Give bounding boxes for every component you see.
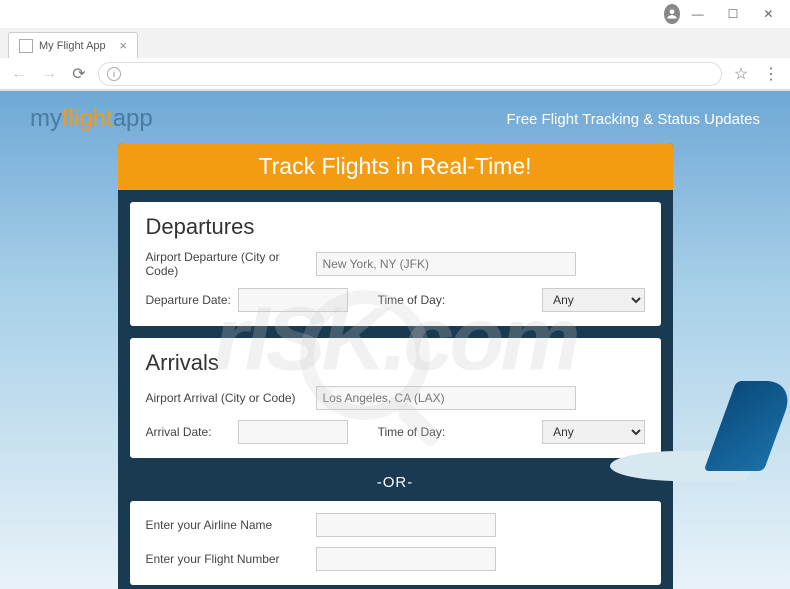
arrival-date-label: Arrival Date:: [146, 425, 238, 439]
browser-toolbar: ← → ⟳ i ☆ ⋮: [0, 58, 790, 90]
address-bar[interactable]: i: [98, 62, 722, 86]
arrivals-card: Arrivals Airport Arrival (City or Code) …: [130, 338, 661, 458]
logo-part-flight: flight: [62, 105, 113, 132]
back-button[interactable]: ←: [8, 63, 30, 85]
reload-button[interactable]: ⟳: [68, 63, 90, 85]
arrival-date-input[interactable]: [238, 420, 348, 444]
departures-card: Departures Airport Departure (City or Co…: [130, 202, 661, 326]
panel-title: Track Flights in Real-Time!: [118, 143, 673, 190]
flight-number-input[interactable]: [316, 547, 496, 571]
arrival-airport-label: Airport Arrival (City or Code): [146, 391, 316, 405]
departure-time-of-day-select[interactable]: Any: [542, 288, 644, 312]
user-icon[interactable]: [664, 4, 680, 24]
window-minimize-button[interactable]: —: [680, 0, 715, 28]
arrival-airport-input[interactable]: [316, 386, 576, 410]
bookmark-button[interactable]: ☆: [730, 63, 752, 85]
airline-name-label: Enter your Airline Name: [146, 518, 316, 532]
info-icon: i: [107, 67, 121, 81]
departure-airport-input[interactable]: [316, 252, 576, 276]
logo-part-app: app: [113, 105, 153, 132]
forward-button[interactable]: →: [38, 63, 60, 85]
browser-tab[interactable]: My Flight App ×: [8, 32, 138, 58]
or-divider: -OR-: [130, 470, 661, 501]
airline-name-input[interactable]: [316, 513, 496, 537]
airplane-image: [630, 371, 790, 501]
logo-part-my: my: [30, 105, 62, 132]
menu-button[interactable]: ⋮: [760, 63, 782, 85]
window-maximize-button[interactable]: ☐: [715, 0, 750, 28]
departures-heading: Departures: [146, 214, 645, 240]
tab-bar: My Flight App ×: [0, 28, 790, 58]
logo: myflightapp: [30, 105, 153, 133]
arrival-time-of-day-label: Time of Day:: [378, 425, 535, 439]
departure-time-of-day-label: Time of Day:: [378, 293, 535, 307]
departure-date-input[interactable]: [238, 288, 348, 312]
close-icon[interactable]: ×: [119, 38, 127, 53]
flight-tracker-panel: Track Flights in Real-Time! Departures A…: [118, 143, 673, 589]
tagline: Free Flight Tracking & Status Updates: [507, 111, 760, 128]
window-close-button[interactable]: ✕: [751, 0, 786, 28]
window-titlebar: — ☐ ✕: [0, 0, 790, 28]
page-icon: [19, 39, 33, 53]
departure-date-label: Departure Date:: [146, 293, 238, 307]
flight-number-label: Enter your Flight Number: [146, 552, 316, 566]
page-header: myflightapp Free Flight Tracking & Statu…: [0, 91, 790, 143]
tab-title: My Flight App: [39, 40, 106, 52]
airline-lookup-card: Enter your Airline Name Enter your Fligh…: [130, 501, 661, 585]
departure-airport-label: Airport Departure (City or Code): [146, 250, 316, 278]
page-content: myflightapp Free Flight Tracking & Statu…: [0, 91, 790, 589]
arrivals-heading: Arrivals: [146, 350, 645, 376]
